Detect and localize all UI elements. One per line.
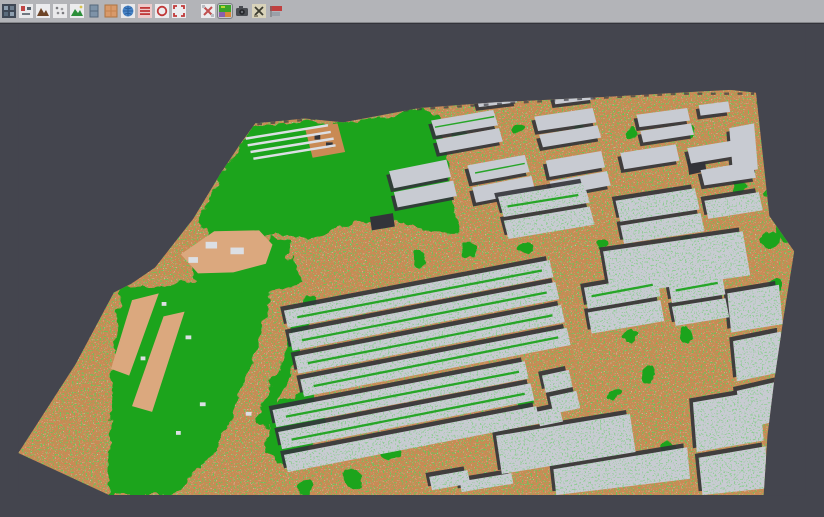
main-toolbar: [0, 0, 824, 23]
classify-view-icon[interactable]: [218, 4, 232, 18]
measure-icon[interactable]: [252, 4, 266, 18]
globe-icon[interactable]: [121, 4, 135, 18]
ortho-image-icon[interactable]: [104, 4, 118, 18]
clip-cross-icon[interactable]: [201, 4, 215, 18]
3d-viewport[interactable]: [0, 23, 824, 517]
column-panel-icon[interactable]: [87, 4, 101, 18]
photo-marker-icon[interactable]: [19, 4, 33, 18]
terrain-green-icon[interactable]: [70, 4, 84, 18]
flag-icon[interactable]: [269, 4, 283, 18]
grid-layers-icon[interactable]: [2, 4, 16, 18]
zoom-extent-icon[interactable]: [172, 4, 186, 18]
profile-lines-icon[interactable]: [138, 4, 152, 18]
point-cloud-canvas[interactable]: [0, 23, 824, 517]
camera-icon[interactable]: [235, 4, 249, 18]
circle-select-icon[interactable]: [155, 4, 169, 18]
points-icon[interactable]: [53, 4, 67, 18]
terrain-brown-icon[interactable]: [36, 4, 50, 18]
